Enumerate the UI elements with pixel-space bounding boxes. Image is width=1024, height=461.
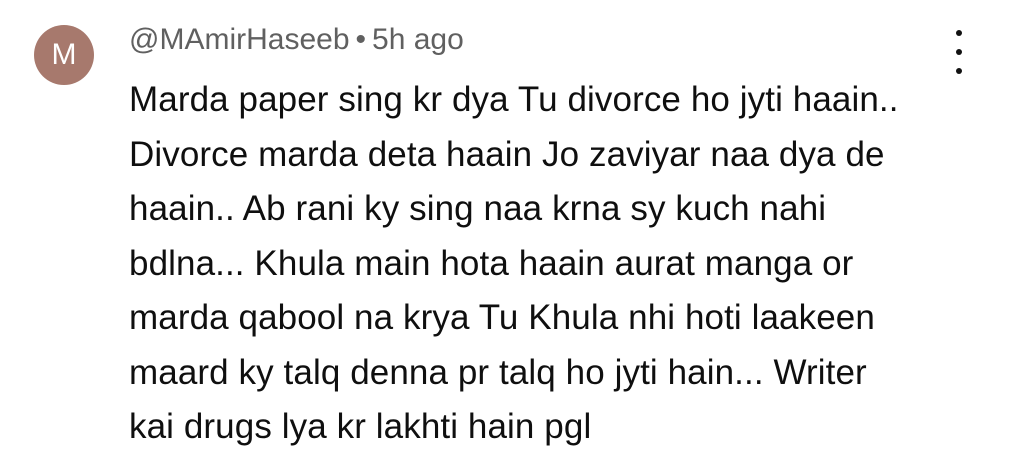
author-handle[interactable]: @MAmirHaseeb xyxy=(129,23,350,56)
comment-line: kai drugs lya kr lakhti hain pgl xyxy=(129,407,592,446)
comment-line: bdlna... Khula main hota haain aurat man… xyxy=(129,243,854,283)
comment-item: M @MAmirHaseeb • 5h ago Marda paper sing k… xyxy=(0,0,1024,461)
more-vert-icon[interactable] xyxy=(944,30,974,74)
menu-dot xyxy=(956,68,962,74)
comment-text: Marda paper sing kr dya Tu divorce ho jy… xyxy=(129,73,949,455)
menu-dot xyxy=(956,30,962,36)
comment-line: haain.. Ab rani ky sing naa krna sy kuch… xyxy=(129,189,827,228)
comment-header: @MAmirHaseeb • 5h ago xyxy=(129,22,464,58)
avatar[interactable]: M xyxy=(34,25,94,85)
comment-line: marda qabool na krya Tu Khula nhi hoti l… xyxy=(129,298,875,337)
separator-dot: • xyxy=(355,23,367,56)
menu-dot xyxy=(956,49,962,55)
comment-line: maard ky talq denna pr talq ho jyti hain… xyxy=(129,352,867,392)
comment-line: Divorce marda deta haain Jo zaviyar naa … xyxy=(129,134,885,174)
comment-line: Marda paper sing kr dya Tu divorce ho jy… xyxy=(129,80,899,119)
timestamp[interactable]: 5h ago xyxy=(372,23,464,56)
